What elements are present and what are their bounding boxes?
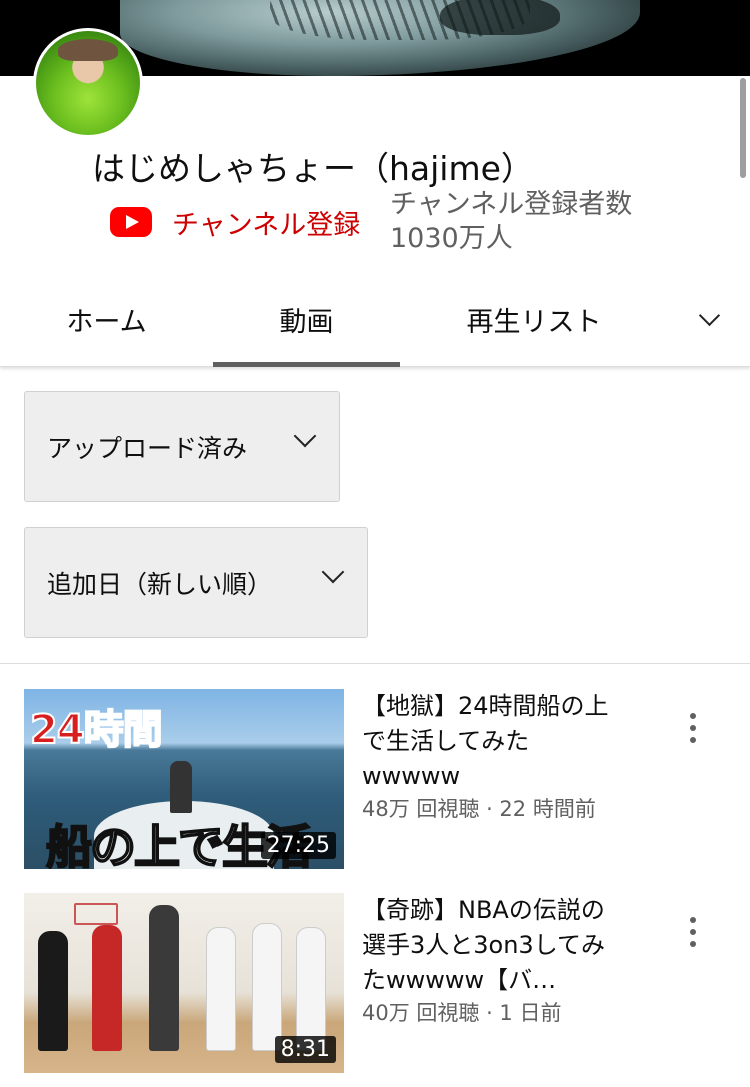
selected-tab-indicator [213,362,400,367]
thumbnail-player [38,931,68,1051]
subscriber-count: チャンネル登録者数 1030万人 [390,188,632,256]
tab-home[interactable]: ホーム [0,272,213,367]
subscribe-button[interactable]: チャンネル登録 [110,200,360,244]
chevron-down-icon [293,424,317,448]
subscriber-count-label: チャンネル登録者数 [390,189,633,220]
thumbnail-player [92,925,122,1051]
banner-artwork [120,0,640,76]
divider [0,663,750,664]
video-meta: 48万 回視聴 · 22 時間前 [362,797,596,821]
thumbnail-text-top: 24時間 [29,706,164,754]
video-item[interactable]: 8:31 【奇跡】NBAの伝説の選手3人と3on3してみたwwwww【バ… 40… [24,893,734,1073]
video-duration: 27:25 [260,832,336,859]
video-thumbnail[interactable]: 24時間 船の上で生活 27:25 [24,689,344,869]
sort-order-label: 追加日（新しい順） [47,569,273,599]
channel-name: はじめしゃちょー（hajime） [92,149,534,188]
more-vert-icon[interactable] [690,713,696,747]
video-duration: 8:31 [274,1036,336,1063]
video-title[interactable]: 【奇跡】NBAの伝説の選手3人と3on3してみたwwwww【バ… [362,893,627,998]
video-meta: 40万 回視聴 · 1 日前 [362,1001,562,1025]
upload-type-label: アップロード済み [47,433,248,463]
thumbnail-player [149,905,179,1051]
more-vert-icon[interactable] [690,917,696,951]
chevron-down-icon [321,560,345,584]
channel-avatar[interactable] [33,28,143,138]
thumbnail-person [170,761,192,813]
video-title[interactable]: 【地獄】24時間船の上で生活してみたwwwww [362,689,627,794]
thumbnail-player [252,923,282,1051]
sort-order-dropdown[interactable]: 追加日（新しい順） [24,527,368,638]
thumbnail-player [206,927,236,1051]
thumbnail-hoop [74,903,118,925]
tab-videos[interactable]: 動画 [213,272,400,367]
subscriber-count-value: 1030万人 [390,223,513,254]
chevron-down-icon [698,304,720,327]
scrollbar[interactable] [740,78,746,178]
video-thumbnail[interactable]: 8:31 [24,893,344,1073]
channel-tabs: ホーム 動画 再生リスト [0,272,750,367]
tab-playlists[interactable]: 再生リスト [400,272,668,367]
youtube-logo-icon [110,207,152,237]
video-item[interactable]: 24時間 船の上で生活 27:25 【地獄】24時間船の上で生活してみたwwww… [24,689,734,869]
subscribe-label: チャンネル登録 [172,209,361,241]
upload-type-dropdown[interactable]: アップロード済み [24,391,340,502]
thumbnail-player [296,927,326,1051]
tabs-more-button[interactable] [668,272,750,367]
